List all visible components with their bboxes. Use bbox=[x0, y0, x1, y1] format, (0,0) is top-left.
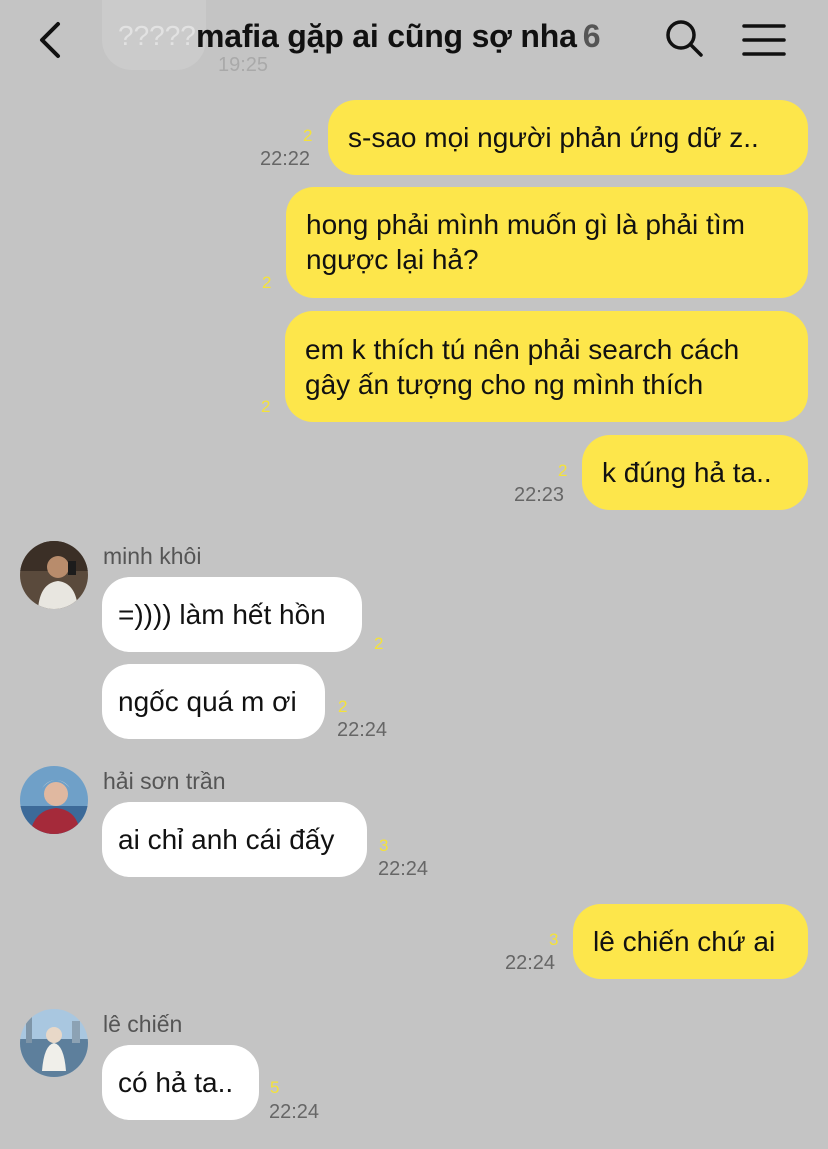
search-icon[interactable] bbox=[662, 16, 706, 60]
chat-header: ????? 19:25 mafia gặp ai cũng sợ nha 6 bbox=[0, 0, 828, 82]
message-bubble-mine[interactable]: em k thích tú nên phải search cách gây ấ… bbox=[285, 311, 808, 422]
message-time: 22:22 bbox=[260, 148, 311, 170]
unread-count: 3 bbox=[379, 836, 389, 855]
unread-count: 3 bbox=[549, 930, 559, 949]
sender-name: hải sơn trần bbox=[103, 768, 226, 794]
message-bubble-other[interactable]: =)))) làm hết hồn bbox=[102, 577, 362, 652]
message-time: 22:24 bbox=[505, 952, 556, 974]
message-bubble-mine[interactable]: k đúng hả ta.. bbox=[582, 435, 808, 510]
message-bubble-other[interactable]: ngốc quá m ơi bbox=[102, 664, 325, 739]
avatar-image bbox=[20, 541, 88, 609]
message-time: 22:24 bbox=[269, 1101, 320, 1123]
message-bubble-mine[interactable]: hong phải mình muốn gì là phải tìm ngược… bbox=[286, 187, 808, 298]
message-text-line-2: ngược lại hả? bbox=[306, 244, 479, 275]
unread-count: 2 bbox=[338, 697, 348, 716]
unread-count: 2 bbox=[558, 461, 568, 480]
avatar-image bbox=[20, 766, 88, 834]
avatar-image bbox=[20, 1009, 88, 1077]
avatar-hai-son-tran[interactable] bbox=[20, 766, 88, 834]
message-text: s-sao mọi người phản ứng dữ z.. bbox=[348, 122, 759, 153]
hamburger-menu-icon[interactable] bbox=[740, 16, 788, 64]
chat-title[interactable]: mafia gặp ai cũng sợ nha 6 bbox=[196, 18, 601, 55]
message-time: 22:24 bbox=[337, 719, 388, 741]
unread-count: 2 bbox=[374, 634, 384, 653]
member-count: 6 bbox=[582, 18, 601, 54]
message-text: có hả ta.. bbox=[118, 1067, 234, 1098]
message-bubble-other[interactable]: có hả ta.. bbox=[102, 1045, 259, 1120]
message-text-line-2: gây ấn tượng cho ng mình thích bbox=[305, 369, 704, 400]
unread-count: 2 bbox=[303, 126, 313, 145]
unread-count: 2 bbox=[261, 397, 271, 416]
message-text-line-1: hong phải mình muốn gì là phải tìm bbox=[306, 209, 745, 240]
previous-message-text: ????? bbox=[118, 20, 196, 51]
message-bubble-other[interactable]: ai chỉ anh cái đấy bbox=[102, 802, 367, 877]
chat-title-text: mafia gặp ai cũng sợ nha bbox=[196, 18, 577, 54]
unread-count: 5 bbox=[270, 1078, 280, 1097]
avatar-le-chien[interactable] bbox=[20, 1009, 88, 1077]
message-text-line-1: em k thích tú nên phải search cách bbox=[305, 334, 740, 365]
unread-count: 2 bbox=[262, 273, 272, 292]
sender-name: minh khôi bbox=[103, 543, 202, 569]
avatar-minh-khoi[interactable] bbox=[20, 541, 88, 609]
message-time: 22:23 bbox=[514, 484, 565, 506]
message-text: ai chỉ anh cái đấy bbox=[118, 824, 335, 855]
message-time: 22:24 bbox=[378, 858, 429, 880]
message-text: =)))) làm hết hồn bbox=[118, 599, 326, 630]
chevron-left-icon[interactable] bbox=[30, 18, 74, 62]
message-bubble-mine[interactable]: lê chiến chứ ai bbox=[573, 904, 808, 979]
message-text: ngốc quá m ơi bbox=[118, 686, 297, 717]
message-text: lê chiến chứ ai bbox=[593, 926, 776, 957]
sender-name: lê chiến bbox=[103, 1011, 183, 1037]
message-text: k đúng hả ta.. bbox=[602, 457, 772, 488]
previous-message-time: 19:25 bbox=[218, 54, 269, 76]
message-bubble-mine[interactable]: s-sao mọi người phản ứng dữ z.. bbox=[328, 100, 808, 175]
